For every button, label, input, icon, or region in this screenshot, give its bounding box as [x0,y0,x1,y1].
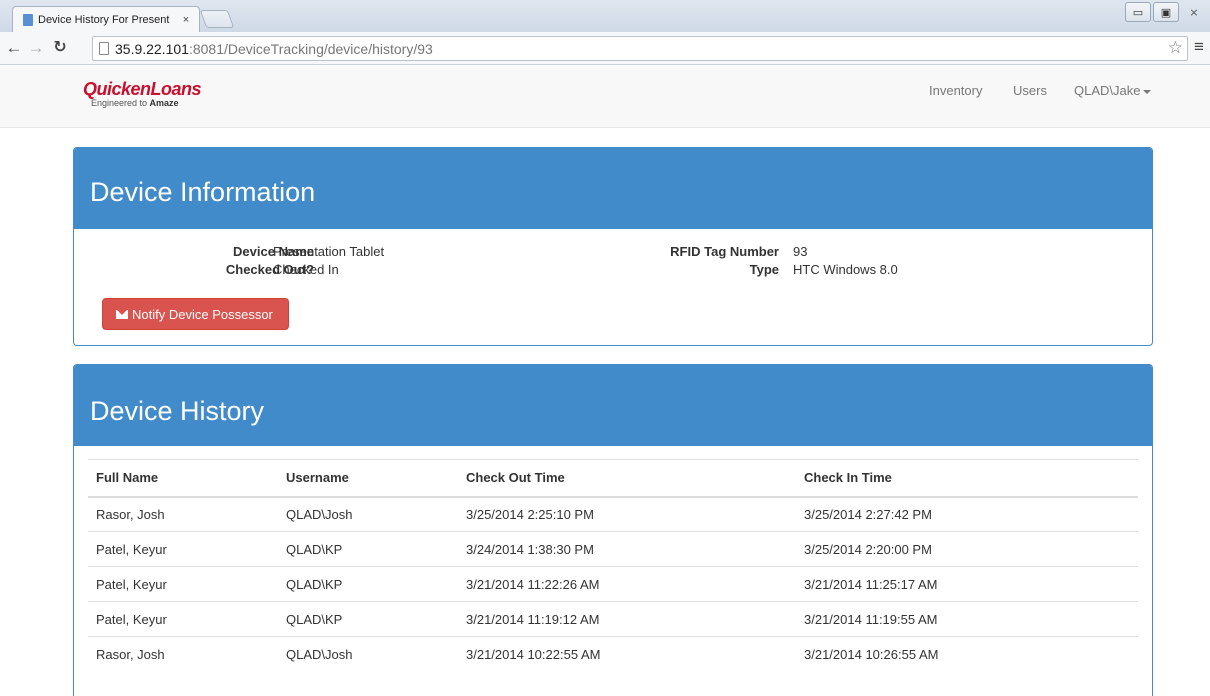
full-name-cell: Rasor, Josh [88,496,278,532]
panel-title: Device History [90,396,265,426]
caret-down-icon [1143,89,1152,94]
checked-out-value: Checked In [273,262,339,277]
column-header-username: Username [278,459,458,498]
type-value: HTC Windows 8.0 [793,262,898,277]
panel-title: Device Information [90,177,316,207]
device-information-panel: Device Information Device Name Presentat… [73,147,1153,346]
quicken-loans-logo[interactable]: QuickenLoans Engineered to Amaze [83,79,202,108]
table-header-row: Full Name Username Check Out Time Check … [88,459,1138,498]
username-cell: QLAD\Josh [278,636,458,672]
page-favicon-icon [23,14,33,26]
table-row: Patel, Keyur QLAD\KP 3/21/2014 11:19:12 … [88,601,1138,637]
check-in-time-cell: 3/21/2014 11:25:17 AM [796,566,1138,602]
column-header-check-in-time: Check In Time [796,459,1138,498]
table-row: Patel, Keyur QLAD\KP 3/21/2014 11:22:26 … [88,566,1138,602]
browser-menu-icon[interactable]: ≡ [1194,37,1204,57]
notify-device-possessor-button[interactable]: Notify Device Possessor [102,298,289,330]
device-history-panel: Device History Full Name Username Check … [73,364,1153,696]
table-row: Rasor, Josh QLAD\Josh 3/21/2014 10:22:55… [88,636,1138,672]
check-out-time-cell: 3/25/2014 2:25:10 PM [458,496,796,532]
rfid-tag-value: 93 [793,244,808,259]
type-label: Type [749,262,779,277]
user-menu-label: QLAD\Jake [1074,83,1141,98]
full-name-cell: Patel, Keyur [88,566,278,602]
back-arrow-icon[interactable]: ← [4,38,24,58]
url-host: 35.9.22.101 [115,40,189,57]
history-table: Full Name Username Check Out Time Check … [88,459,1138,672]
window-maximize-button[interactable]: ▣ [1153,2,1179,22]
username-cell: QLAD\KP [278,566,458,602]
username-cell: QLAD\KP [278,531,458,567]
check-in-time-cell: 3/25/2014 2:27:42 PM [796,496,1138,532]
logo-tagline: Engineered to Amaze [91,98,179,108]
username-cell: QLAD\Josh [278,496,458,532]
full-name-cell: Rasor, Josh [88,636,278,672]
panel-heading: Device Information [74,148,1152,229]
reload-icon[interactable]: ↻ [50,38,70,58]
site-navbar: QuickenLoans Engineered to Amaze Invento… [0,66,1210,128]
envelope-icon [116,309,128,319]
page-icon [99,42,109,55]
forward-arrow-icon[interactable]: → [26,38,46,58]
column-header-full-name: Full Name [88,459,278,498]
rfid-tag-label: RFID Tag Number [670,244,779,259]
table-row: Patel, Keyur QLAD\KP 3/24/2014 1:38:30 P… [88,531,1138,567]
username-cell: QLAD\KP [278,601,458,637]
notify-button-label: Notify Device Possessor [132,306,273,322]
address-bar[interactable]: 35.9.22.101:8081/DeviceTracking/device/h… [92,36,1188,61]
tab-title: Device History For Present [38,14,170,26]
check-out-time-cell: 3/21/2014 11:19:12 AM [458,601,796,637]
window-minimize-button[interactable]: ▭ [1125,2,1151,22]
browser-tabstrip: Device History For Present × ▭ ▣ ⨯ [0,0,1210,33]
full-name-cell: Patel, Keyur [88,531,278,567]
device-name-value: Presentation Tablet [273,244,385,259]
check-out-time-cell: 3/24/2014 1:38:30 PM [458,531,796,567]
check-out-time-cell: 3/21/2014 11:22:26 AM [458,566,796,602]
url-path: :8081/DeviceTracking/device/history/93 [188,40,433,57]
check-out-time-cell: 3/21/2014 10:22:55 AM [458,636,796,672]
check-in-time-cell: 3/25/2014 2:20:00 PM [796,531,1138,567]
nav-link-inventory[interactable]: Inventory [929,83,982,98]
check-in-time-cell: 3/21/2014 10:26:55 AM [796,636,1138,672]
table-row: Rasor, Josh QLAD\Josh 3/25/2014 2:25:10 … [88,496,1138,532]
nav-link-users[interactable]: Users [1013,83,1047,98]
bookmark-star-icon[interactable]: ☆ [1168,38,1183,58]
tab-close-icon[interactable]: × [179,14,193,26]
browser-toolbar: ← → ↻ 35.9.22.101:8081/DeviceTracking/de… [0,32,1210,65]
full-name-cell: Patel, Keyur [88,601,278,637]
logo-wordmark: QuickenLoans [83,79,202,99]
panel-heading: Device History [74,365,1152,446]
browser-tab[interactable]: Device History For Present × [12,6,200,33]
window-close-button[interactable]: ⨯ [1181,2,1207,22]
column-header-check-out-time: Check Out Time [458,459,796,498]
user-menu-dropdown[interactable]: QLAD\Jake [1074,83,1152,98]
new-tab-button[interactable] [199,10,235,28]
check-in-time-cell: 3/21/2014 11:19:55 AM [796,601,1138,637]
